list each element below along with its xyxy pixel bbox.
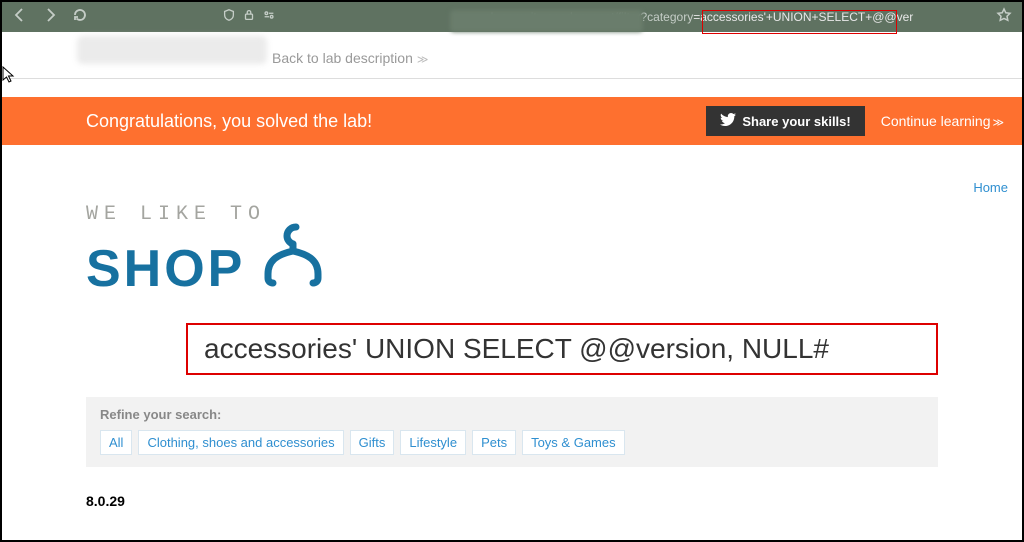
logo-word: SHOP (86, 243, 245, 295)
refine-item-clothing[interactable]: Clothing, shoes and accessories (138, 430, 343, 455)
refine-item-pets[interactable]: Pets (472, 430, 516, 455)
browser-toolbar: eb-security-academy.net/filter?category=… (2, 2, 1022, 32)
share-skills-button[interactable]: Share your skills! (706, 106, 864, 136)
refine-item-toys[interactable]: Toys & Games (522, 430, 625, 455)
refine-items: All Clothing, shoes and accessories Gift… (100, 430, 924, 455)
congrats-text: Congratulations, you solved the lab! (86, 111, 706, 132)
home-link[interactable]: Home (973, 180, 1008, 195)
refine-item-all[interactable]: All (100, 430, 132, 455)
congrats-banner: Congratulations, you solved the lab! Sha… (2, 97, 1022, 145)
bookmark-star-icon[interactable] (996, 7, 1012, 28)
sql-payload-display: accessories' UNION SELECT @@version, NUL… (186, 323, 938, 375)
blurred-header (77, 36, 267, 64)
shop-logo: WE LIKE TO SHOP (86, 203, 1022, 295)
twitter-icon (720, 113, 736, 129)
chevron-right-icon: ≫ (417, 54, 429, 66)
lock-icon (242, 8, 256, 27)
db-version-output: 8.0.29 (86, 493, 1022, 509)
refine-item-lifestyle[interactable]: Lifestyle (400, 430, 466, 455)
hanger-icon (257, 222, 335, 295)
blurred-domain (450, 10, 643, 32)
url-highlight-annotation (702, 10, 897, 34)
continue-learning-link[interactable]: Continue learning≫ (881, 113, 1004, 129)
refine-label: Refine your search: (100, 407, 924, 422)
reload-icon[interactable] (72, 7, 88, 28)
forward-icon[interactable] (42, 7, 58, 28)
address-bar[interactable]: eb-security-academy.net/filter?category=… (222, 7, 1012, 28)
back-icon[interactable] (12, 7, 28, 28)
refine-search-section: Refine your search: All Clothing, shoes … (86, 397, 938, 467)
refine-item-gifts[interactable]: Gifts (350, 430, 395, 455)
chevron-right-icon: ≫ (992, 117, 1004, 129)
shield-icon (222, 8, 236, 27)
permissions-icon (262, 8, 276, 27)
